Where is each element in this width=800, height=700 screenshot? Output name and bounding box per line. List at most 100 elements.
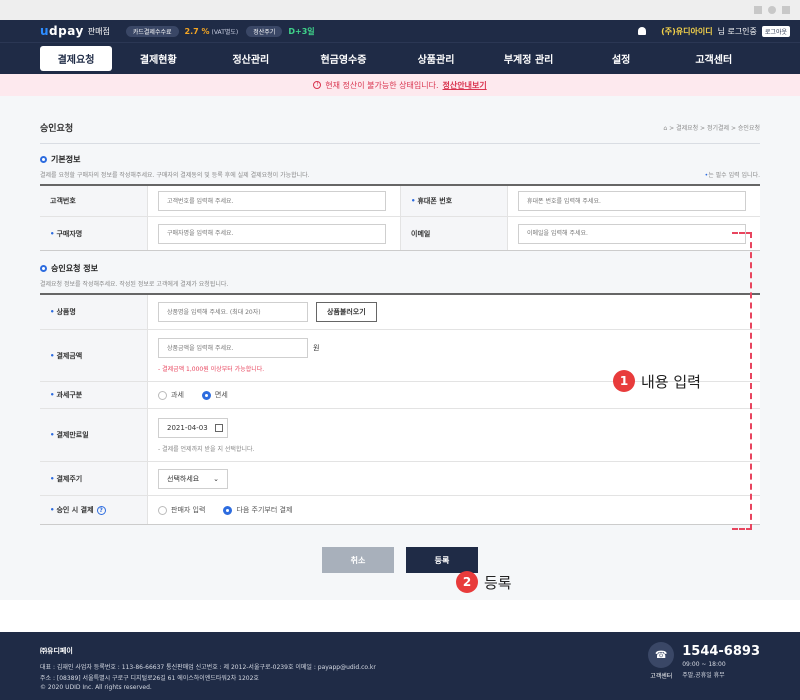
load-product-button[interactable]: 상품불러오기 bbox=[316, 302, 377, 322]
basic-info-title: 기본정보 bbox=[51, 155, 81, 164]
approve-option-seller[interactable]: 판매자 입력 bbox=[158, 505, 205, 515]
annotation-bracket bbox=[732, 232, 752, 530]
nav-settlement[interactable]: 정산관리 bbox=[205, 46, 298, 71]
page-header: 승인요청 ⌂ > 결제요청 > 정기결제 > 승인요청 bbox=[40, 96, 760, 144]
approval-info-title: 승인요청 정보 bbox=[51, 264, 98, 273]
approval-info-form: •상품명 상품불러오기 •결제금액 원 - 결제금액 1,000원 이상부터 가… bbox=[40, 293, 760, 525]
approval-info-desc: 결제요청 정보를 작성해주세요. 작성된 정보로 고객에게 결제가 요청됩니다. bbox=[40, 279, 760, 288]
form-row: 고객번호 •휴대폰 번호 bbox=[40, 186, 760, 217]
product-input[interactable] bbox=[158, 302, 308, 322]
tax-label: • 과세구분 bbox=[40, 382, 148, 408]
nav-cash-receipt[interactable]: 현금영수증 bbox=[297, 46, 390, 71]
section-bullet-icon bbox=[40, 265, 47, 272]
basic-info-desc: 결제를 요청할 구매자의 정보를 작성해주세요. 구매자의 결제동의 및 등록 … bbox=[40, 170, 760, 179]
payment-cycle-label: • 결제주기 bbox=[40, 462, 148, 495]
expiry-date-hint: - 결제를 언제까지 받을 지 선택합니다. bbox=[158, 445, 255, 453]
payment-cycle-select[interactable]: 선택하세요 ⌄ bbox=[158, 468, 228, 489]
page-title: 승인요청 bbox=[40, 124, 74, 134]
expiry-date-label: • 결제만료일 bbox=[40, 409, 148, 461]
nav-customer-center[interactable]: 고객센터 bbox=[667, 46, 760, 71]
help-icon[interactable]: ? bbox=[96, 505, 106, 515]
tax-option-taxable[interactable]: 과세 bbox=[158, 390, 184, 400]
user-name: (주)유디아이디 bbox=[661, 26, 713, 36]
form-row: • 승인 시 결제? 판매자 입력 다음 주기부터 결제 bbox=[40, 496, 760, 524]
calendar-icon[interactable] bbox=[215, 423, 223, 432]
customer-center-label: 고객센터 bbox=[650, 673, 673, 680]
nav-settings[interactable]: 설정 bbox=[575, 46, 668, 71]
buyer-name-label: • 구매자명 bbox=[40, 217, 148, 250]
approve-radio-group: 판매자 입력 다음 주기부터 결제 bbox=[158, 505, 750, 515]
login-status: 님 로그인중 bbox=[717, 26, 757, 36]
approve-option-next-cycle[interactable]: 다음 주기부터 결제 bbox=[223, 505, 292, 515]
form-actions: 취소 등록 bbox=[40, 547, 760, 573]
bell-icon[interactable] bbox=[638, 27, 647, 35]
basic-info-desc-text: 결제를 요청할 구매자의 정보를 작성해주세요. 구매자의 결제동의 및 등록 … bbox=[40, 172, 310, 179]
notice-link[interactable]: 정산안내보기 bbox=[443, 80, 487, 91]
tax-option-exempt[interactable]: 면세 bbox=[201, 390, 228, 400]
main-content: 승인요청 ⌂ > 결제요청 > 정기결제 > 승인요청 기본정보 결제를 요청할… bbox=[0, 96, 800, 600]
footer: ㈜유디페이 대표 : 김재인 사업자 등록번호 : 113-86-66637 통… bbox=[0, 632, 800, 700]
annotation-step-1: 1 내용 입력 bbox=[613, 370, 701, 392]
basic-info-heading: 기본정보 bbox=[40, 154, 760, 165]
phone-icon: ☎ bbox=[648, 642, 675, 668]
store-label: 판매점 bbox=[87, 26, 110, 36]
settle-cycle-value: D+3일 bbox=[288, 26, 315, 36]
footer-copyright: © 2020 UDID Inc. All rights reserved. bbox=[40, 684, 152, 691]
amount-unit: 원 bbox=[313, 344, 320, 352]
info-icon: ! bbox=[313, 81, 322, 89]
section-bullet-icon bbox=[40, 156, 47, 163]
minimize-icon[interactable] bbox=[754, 6, 762, 14]
logout-button[interactable]: 로그아웃 bbox=[761, 25, 790, 37]
phone-label: • 휴대폰 번호 bbox=[400, 186, 508, 216]
customer-no-input[interactable] bbox=[158, 191, 386, 211]
settlement-notice: ! 현재 정산이 불가능한 상태입니다. 정산안내보기 bbox=[0, 74, 800, 96]
form-row: • 결제만료일 2021-04-03 - 결제를 언제까지 받을 지 선택합니다. bbox=[40, 409, 760, 462]
approval-info-heading: 승인요청 정보 bbox=[40, 263, 760, 274]
notice-text: 현재 정산이 불가능한 상태입니다. bbox=[325, 80, 439, 90]
buyer-name-input[interactable] bbox=[158, 223, 386, 244]
cancel-button[interactable]: 취소 bbox=[322, 547, 394, 573]
window-titlebar bbox=[0, 0, 800, 20]
chevron-down-icon: ⌄ bbox=[213, 474, 219, 483]
customer-center-tel[interactable]: 1544-6893 bbox=[682, 644, 760, 659]
radio-selected-icon bbox=[223, 505, 233, 515]
form-row: •구매자명 이메일 bbox=[40, 217, 760, 250]
nav-payment-request[interactable]: 결제요청 bbox=[40, 46, 112, 71]
product-label: • 상품명 bbox=[40, 295, 148, 329]
maximize-icon[interactable] bbox=[768, 6, 776, 14]
breadcrumb: ⌂ > 결제요청 > 정기결제 > 승인요청 bbox=[663, 125, 760, 132]
close-icon[interactable] bbox=[782, 6, 790, 14]
step-number-1: 1 bbox=[613, 370, 635, 392]
form-row: • 결제주기 선택하세요 ⌄ bbox=[40, 462, 760, 496]
nav-payment-status[interactable]: 결제현황 bbox=[112, 46, 205, 71]
email-label: 이메일 bbox=[400, 217, 508, 250]
fee-rate: 2.7 % bbox=[184, 26, 210, 36]
customer-no-label: 고객번호 bbox=[40, 186, 148, 216]
business-hours: 09:00 ~ 18:00 bbox=[682, 660, 726, 668]
expiry-date-picker[interactable]: 2021-04-03 bbox=[158, 417, 228, 438]
settle-cycle-label: 정산주기 bbox=[246, 25, 283, 37]
annotation-step-2: 2 등록 bbox=[456, 571, 512, 593]
amount-input[interactable] bbox=[158, 338, 308, 358]
phone-input[interactable] bbox=[518, 191, 746, 211]
radio-selected-icon bbox=[201, 390, 211, 400]
approve-payment-label: • 승인 시 결제? bbox=[40, 496, 148, 524]
email-input[interactable] bbox=[518, 223, 746, 244]
step-label-1: 내용 입력 bbox=[641, 372, 701, 391]
customer-center-info: ☎ 고객센터 1544-6893 09:00 ~ 18:00 주말,공휴일 휴무 bbox=[648, 642, 760, 680]
nav-products[interactable]: 상품관리 bbox=[390, 46, 483, 71]
required-note: •는 필수 입력 입니다. bbox=[704, 172, 760, 179]
vat-note: (VAT별도) bbox=[211, 28, 239, 36]
nav-subaccounts[interactable]: 부계정 관리 bbox=[482, 46, 575, 71]
step-number-2: 2 bbox=[456, 571, 478, 593]
amount-label: • 결제금액 bbox=[40, 330, 148, 381]
radio-icon bbox=[158, 505, 167, 515]
udpay-logo[interactable]: udpay bbox=[40, 24, 84, 38]
radio-icon bbox=[158, 390, 167, 400]
basic-info-form: 고객번호 •휴대폰 번호 •구매자명 이메일 bbox=[40, 184, 760, 251]
submit-button[interactable]: 등록 bbox=[406, 547, 478, 573]
approval-info-desc-text: 결제요청 정보를 작성해주세요. 작성된 정보로 고객에게 결제가 요청됩니다. bbox=[40, 281, 229, 288]
main-nav: 결제요청 결제현황 정산관리 현금영수증 상품관리 부계정 관리 설정 고객센터 bbox=[0, 42, 800, 74]
form-row: •상품명 상품불러오기 bbox=[40, 295, 760, 330]
card-fee-label: 카드결제수수료 bbox=[125, 25, 179, 37]
